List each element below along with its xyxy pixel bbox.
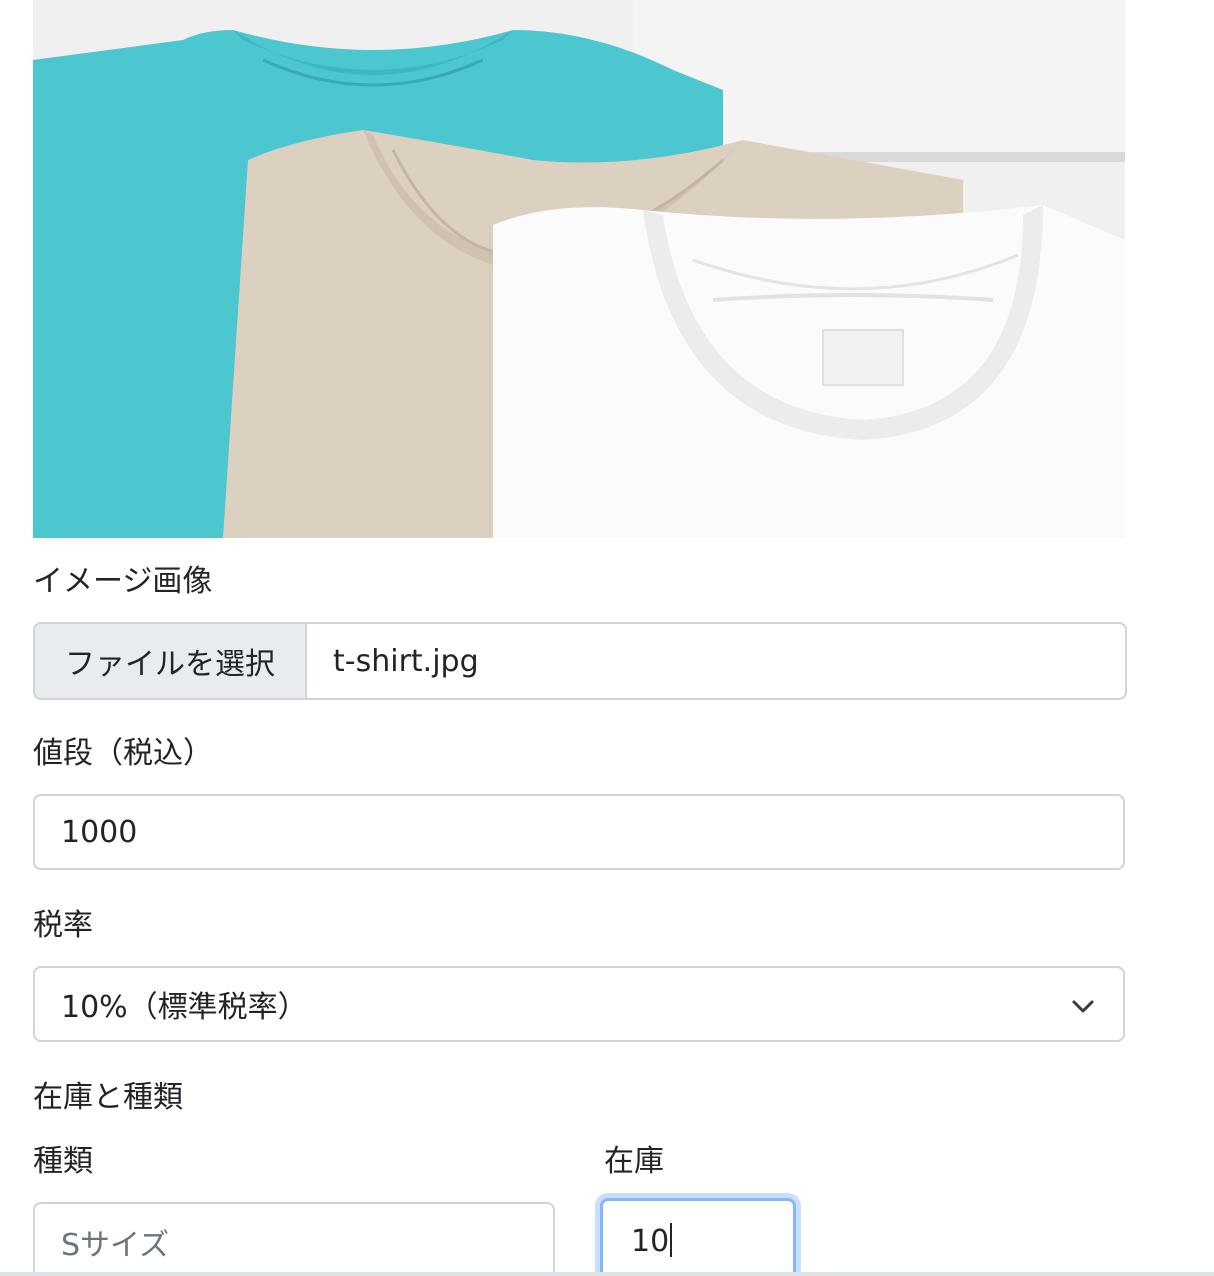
- tax-rate-label: 税率: [33, 908, 93, 943]
- choose-file-button[interactable]: ファイルを選択: [35, 624, 307, 698]
- chevron-down-icon: [1072, 1000, 1094, 1013]
- stock-label: 在庫: [604, 1144, 664, 1179]
- price-input[interactable]: [33, 794, 1125, 870]
- bottom-divider: [0, 1272, 1214, 1276]
- type-label: 種類: [33, 1144, 93, 1179]
- selected-file-name: t-shirt.jpg: [333, 643, 479, 679]
- tax-rate-select[interactable]: 10%（標準税率）: [33, 966, 1125, 1042]
- type-input[interactable]: [33, 1202, 555, 1276]
- price-label: 値段（税込）: [33, 736, 213, 771]
- stock-input[interactable]: 10: [600, 1198, 796, 1276]
- image-label: イメージ画像: [33, 564, 213, 599]
- text-caret: [670, 1223, 673, 1257]
- t-shirts-photo-icon: [33, 0, 1125, 538]
- stock-input-value: 10: [631, 1224, 670, 1259]
- product-form-page: イメージ画像 ファイルを選択 t-shirt.jpg 値段（税込） 税率 10%…: [0, 0, 1214, 1276]
- stock-type-heading: 在庫と種類: [33, 1080, 183, 1115]
- tax-rate-selected-value: 10%（標準税率）: [61, 990, 308, 1025]
- file-input[interactable]: ファイルを選択 t-shirt.jpg: [33, 622, 1127, 700]
- product-image: [33, 0, 1125, 538]
